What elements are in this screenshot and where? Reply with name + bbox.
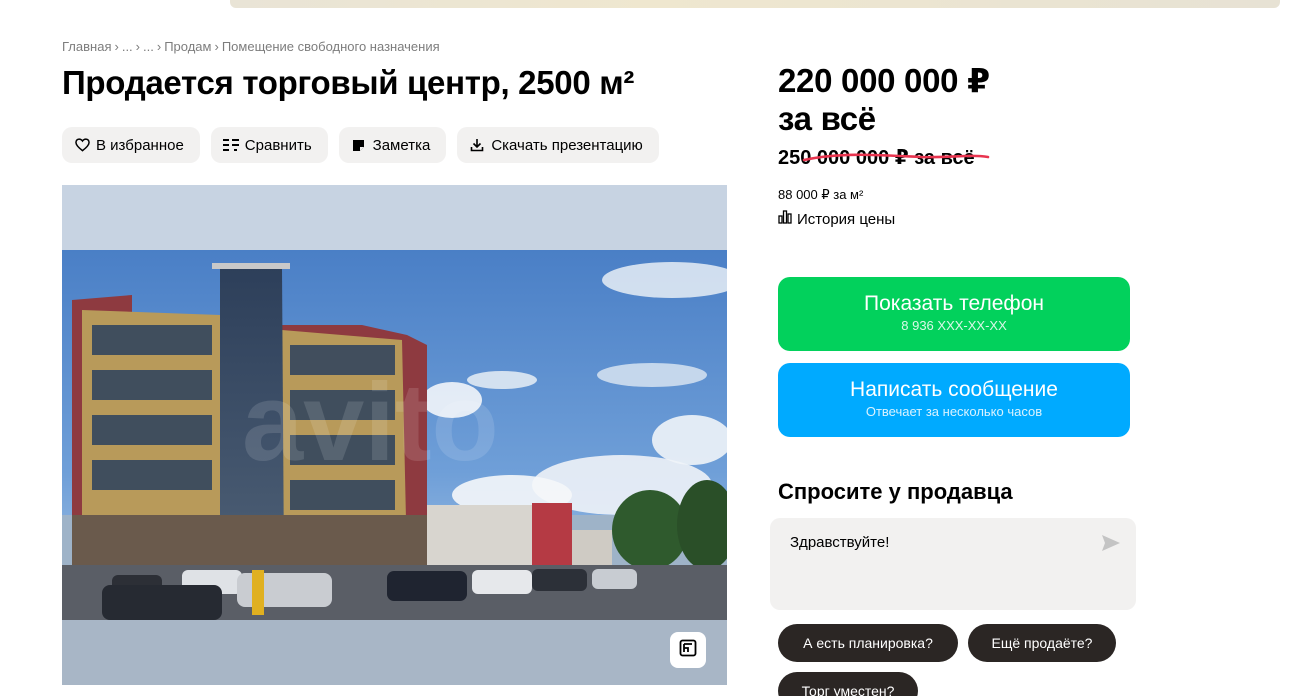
breadcrumb-separator: › <box>214 39 219 54</box>
breadcrumb-separator: › <box>135 39 141 54</box>
gallery-icon <box>679 639 697 662</box>
breadcrumb-home[interactable]: Главная <box>62 39 111 54</box>
page-title: Продается торговый центр, 2500 м² <box>62 64 635 101</box>
favorite-label: В избранное <box>96 136 184 154</box>
compare-label: Сравнить <box>244 136 312 154</box>
heart-icon <box>74 137 90 153</box>
note-icon <box>351 137 367 153</box>
breadcrumb-item-sell[interactable]: Продам <box>164 39 211 54</box>
listing-photo[interactable]: avito <box>62 185 727 685</box>
ask-seller-title: Спросите у продавца <box>778 479 1013 504</box>
download-icon <box>469 137 485 153</box>
price-history-link[interactable]: История цены <box>778 210 895 228</box>
top-banner-strip <box>230 0 1280 8</box>
show-phone-label: Показать телефон <box>864 292 1044 315</box>
download-presentation-button[interactable]: Скачать презентацию <box>457 127 659 163</box>
chip-question-1[interactable]: А есть планировка? <box>778 624 958 662</box>
write-message-button[interactable]: Написать сообщение Отвечает за несколько… <box>778 363 1130 437</box>
old-price: 250 000 000 ₽ за всё <box>778 145 990 170</box>
breadcrumb-separator: › <box>114 39 119 54</box>
note-button[interactable]: Заметка <box>338 127 447 163</box>
price-block: 220 000 000 ₽ за всё <box>778 62 990 138</box>
breadcrumb-item[interactable]: ... <box>143 39 154 54</box>
compare-button[interactable]: Сравнить <box>210 127 328 163</box>
breadcrumb-item-category[interactable]: Помещение свободного назначения <box>222 39 440 54</box>
compare-icon <box>222 137 239 153</box>
show-phone-button[interactable]: Показать телефон 8 936 XXX-XX-XX <box>778 277 1130 351</box>
note-label: Заметка <box>372 136 431 154</box>
chip-question-3[interactable]: Торг уместен? <box>778 672 918 696</box>
gallery-button[interactable] <box>670 632 706 668</box>
send-icon[interactable] <box>1100 532 1122 554</box>
bar-chart-icon <box>778 210 792 228</box>
price-value: 220 000 000 ₽ <box>778 62 990 99</box>
photo-watermark: avito <box>242 361 499 484</box>
phone-masked: 8 936 XXX-XX-XX <box>901 318 1007 333</box>
breadcrumb-separator: › <box>156 39 162 54</box>
write-message-label: Написать сообщение <box>850 378 1058 401</box>
strike-line <box>802 153 990 162</box>
price-unit: за всё <box>778 100 876 137</box>
breadcrumb: Главная ›... ›... › Продам › Помещение свободн… <box>62 39 440 54</box>
chip-question-2[interactable]: Ещё продаёте? <box>968 624 1116 662</box>
download-label: Скачать презентацию <box>491 136 643 154</box>
favorite-button[interactable]: В избранное <box>62 127 200 163</box>
breadcrumb-item[interactable]: ... <box>122 39 133 54</box>
ask-seller-input[interactable]: Здравствуйте! <box>770 518 1136 610</box>
price-per-m2: 88 000 ₽ за м² <box>778 187 864 202</box>
listing-actions: В избранное Сравнить Заметка Скачать пре… <box>62 127 659 163</box>
ask-seller-input-value: Здравствуйте! <box>790 534 890 551</box>
building-photo-image: avito <box>62 185 727 685</box>
price-history-label: История цены <box>797 210 896 228</box>
response-time: Отвечает за несколько часов <box>865 404 1043 419</box>
